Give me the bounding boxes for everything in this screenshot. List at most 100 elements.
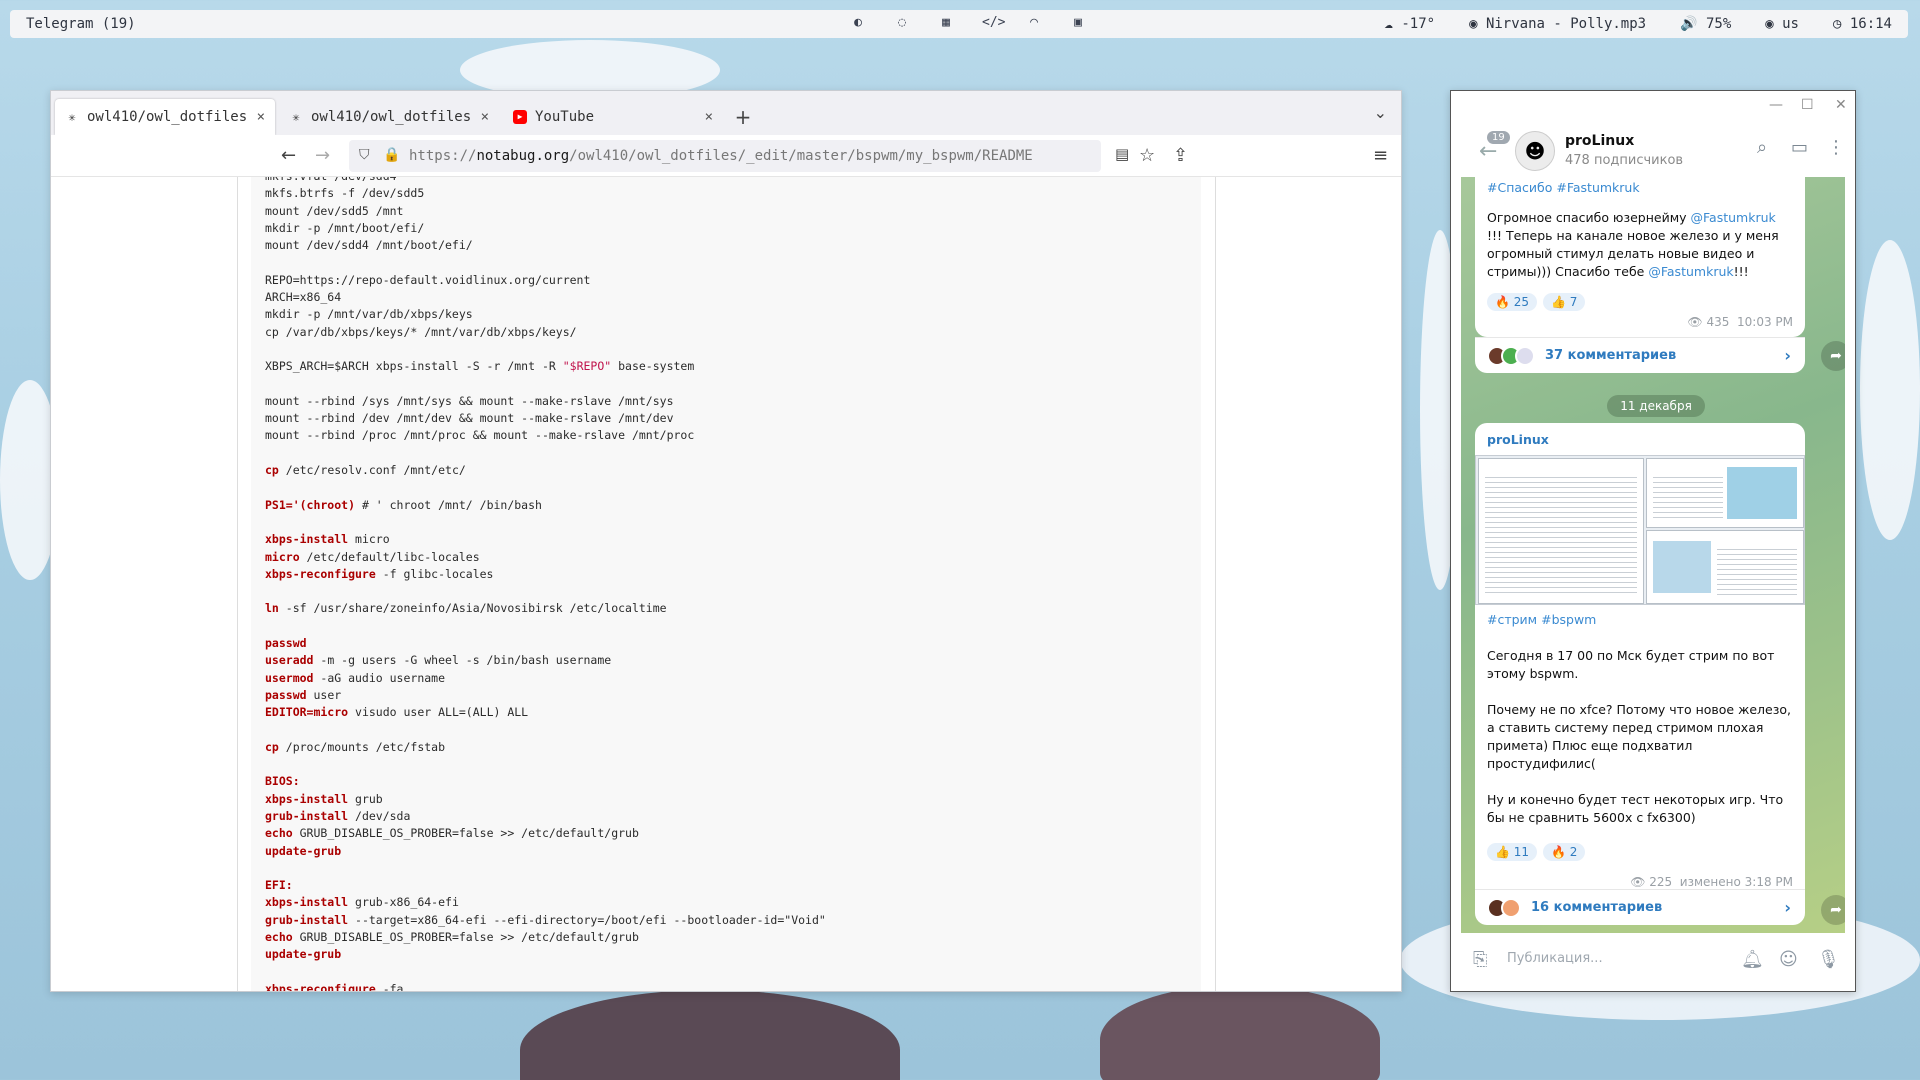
tab-owl-dotfiles-2[interactable]: ✳ owl410/owl_dotfiles × xyxy=(279,99,499,135)
channel-avatar[interactable]: ☻ xyxy=(1515,131,1555,171)
microphone-icon[interactable]: 🎙︎ xyxy=(1817,949,1840,970)
code-line: xbps-install grub-x86_64-efi xyxy=(265,895,459,910)
reaction-fire[interactable]: 🔥 2 xyxy=(1543,843,1586,861)
notabug-icon: ✳ xyxy=(68,110,76,124)
message-hashtags[interactable]: #Спасибо #Fastumkruk xyxy=(1487,180,1640,195)
code-line: grub-install /dev/sda xyxy=(265,808,411,823)
view-count: 👁 435 xyxy=(1687,315,1730,329)
bell-icon[interactable]: 🔔︎ xyxy=(1741,949,1764,970)
page-divider xyxy=(1215,177,1216,991)
code-line: useradd -m -g users -G wheel -s /bin/bas… xyxy=(265,653,612,668)
music-status[interactable]: ◉ Nirvana - Polly.mp3 xyxy=(1469,16,1646,32)
browser-window: ✳ owl410/owl_dotfiles × ✳ owl410/owl_dot… xyxy=(50,90,1402,992)
wallpaper-wing xyxy=(520,990,900,1080)
active-window-title: Telegram (19) xyxy=(26,16,136,32)
steam-icon[interactable]: ▣ xyxy=(1070,15,1086,31)
bookmark-star-icon[interactable]: ☆ xyxy=(1139,145,1155,166)
message-input[interactable]: Публикация... xyxy=(1507,951,1603,966)
close-icon[interactable]: ✕ xyxy=(1835,97,1847,113)
firefox-icon[interactable]: ◐ xyxy=(850,15,866,31)
code-line: EFI: xyxy=(265,878,293,893)
emoji-icon[interactable]: ☺ xyxy=(1779,949,1798,970)
discussion-icon[interactable]: ▭ xyxy=(1791,137,1808,158)
image-pane xyxy=(1646,458,1804,528)
reaction-thumbs-up[interactable]: 👍 7 xyxy=(1543,293,1586,311)
forward-arrow-icon[interactable]: → xyxy=(315,145,330,166)
view-count: 👁 225 xyxy=(1630,875,1673,889)
hamburger-menu-icon[interactable]: ≡ xyxy=(1373,145,1388,166)
code-line: mkdir -p /mnt/var/db/xbps/keys xyxy=(265,307,473,322)
chat-area[interactable]: #Спасибо #Fastumkruk Огромное спасибо юз… xyxy=(1461,177,1845,933)
maximize-icon[interactable]: ☐ xyxy=(1801,97,1814,113)
message-image[interactable] xyxy=(1475,455,1805,605)
keyboard-layout[interactable]: ◉ us xyxy=(1765,16,1799,32)
code-icon[interactable]: </> xyxy=(982,15,1005,31)
reaction-thumbs-up[interactable]: 👍 11 xyxy=(1487,843,1538,861)
calendar-icon[interactable]: ▦ xyxy=(938,15,954,31)
tab-owl-dotfiles-1[interactable]: ✳ owl410/owl_dotfiles × xyxy=(55,99,275,135)
comments-label[interactable]: 16 комментариев xyxy=(1531,900,1662,915)
code-line: passwd user xyxy=(265,687,342,702)
code-line: echo GRUB_DISABLE_OS_PROBER=false >> /et… xyxy=(265,930,639,945)
code-line: mount /dev/sdd5 /mnt xyxy=(265,203,404,218)
volume-status[interactable]: 🔊 75% xyxy=(1680,16,1731,32)
close-tab-icon[interactable]: × xyxy=(257,109,265,125)
comments-link[interactable]: 16 комментариев › xyxy=(1475,889,1805,925)
comments-link[interactable]: 37 комментариев › xyxy=(1475,337,1805,373)
url-prefix: https:// xyxy=(409,148,477,164)
attach-icon[interactable]: ⎘ xyxy=(1473,949,1487,970)
code-line: cp /etc/resolv.conf /mnt/etc/ xyxy=(265,463,466,478)
close-tab-icon[interactable]: × xyxy=(481,109,489,125)
code-line: usermod -aG audio username xyxy=(265,670,446,685)
extension-icon[interactable]: ⇪ xyxy=(1173,145,1188,166)
blank-icon[interactable]: ◌ xyxy=(894,15,910,31)
minimize-icon[interactable]: — xyxy=(1769,97,1783,113)
message-2[interactable]: proLinux #стрим #bspwm Сегодня в 17 00 п… xyxy=(1475,423,1805,925)
avatar xyxy=(1501,897,1521,918)
code-editor[interactable]: mkfs.vfat /dev/sdd4mkfs.btrfs -f /dev/sd… xyxy=(251,177,1201,991)
new-tab-button[interactable]: + xyxy=(727,99,759,135)
chevron-right-icon: › xyxy=(1784,346,1791,365)
workspace-icons: ◐ ◌ ▦ </> ◠ ▣ xyxy=(850,15,1086,31)
share-icon[interactable]: ➦ xyxy=(1821,895,1845,925)
code-line: mkfs.btrfs -f /dev/sdd5 xyxy=(265,186,425,201)
code-line: mount --rbind /dev /mnt/dev && mount --m… xyxy=(265,411,674,426)
hashtag-link[interactable]: #стрим #bspwm xyxy=(1487,612,1596,627)
code-line: mount /dev/sdd4 /mnt/boot/efi/ xyxy=(265,238,473,253)
mention-link[interactable]: @Fastumkruk xyxy=(1691,210,1776,225)
tab-strip: ✳ owl410/owl_dotfiles × ✳ owl410/owl_dot… xyxy=(51,91,1401,135)
shield-icon[interactable]: ⛉ xyxy=(359,147,370,163)
mention-link[interactable]: @Fastumkruk xyxy=(1648,264,1733,279)
message-author[interactable]: proLinux xyxy=(1475,423,1805,449)
navigation-bar: ← → ⛉ 🔒 https://notabug.org/owl410/owl_d… xyxy=(51,135,1401,177)
search-icon[interactable]: ⌕ xyxy=(1757,137,1767,158)
share-icon[interactable]: ➦ xyxy=(1821,341,1845,371)
channel-name[interactable]: proLinux xyxy=(1565,133,1634,149)
headphones-icon[interactable]: ◠ xyxy=(1026,15,1042,31)
more-vertical-icon[interactable]: ⋮ xyxy=(1827,137,1845,158)
subscriber-count: 478 подписчиков xyxy=(1565,153,1684,168)
code-line: cp /var/db/xbps/keys/* /mnt/var/db/xbps/… xyxy=(265,324,577,339)
lock-icon[interactable]: 🔒 xyxy=(383,147,400,163)
comments-label[interactable]: 37 комментариев xyxy=(1545,348,1676,363)
message-1[interactable]: #Спасибо #Fastumkruk Огромное спасибо юз… xyxy=(1475,177,1805,373)
code-line: xbps-reconfigure -fa xyxy=(265,981,404,991)
reader-view-icon[interactable]: ▤ xyxy=(1115,145,1129,163)
system-topbar: Telegram (19) ◐ ◌ ▦ </> ◠ ▣ ☁ -17° ◉ Nir… xyxy=(10,10,1908,38)
reaction-fire[interactable]: 🔥 25 xyxy=(1487,293,1538,311)
code-line: mkdir -p /mnt/boot/efi/ xyxy=(265,220,425,235)
code-line: micro /etc/default/libc-locales xyxy=(265,549,480,564)
message-text: Огромное спасибо юзернейму @Fastumkruk !… xyxy=(1475,209,1805,281)
chevron-down-icon[interactable]: ⌄ xyxy=(1374,103,1387,122)
image-thumb xyxy=(1653,541,1711,593)
tab-youtube[interactable]: ▶ YouTube × xyxy=(503,99,723,135)
back-arrow-icon[interactable]: ← xyxy=(281,145,296,166)
close-tab-icon[interactable]: × xyxy=(705,109,713,125)
address-bar[interactable]: ⛉ 🔒 https://notabug.org/owl410/owl_dotfi… xyxy=(349,140,1101,172)
